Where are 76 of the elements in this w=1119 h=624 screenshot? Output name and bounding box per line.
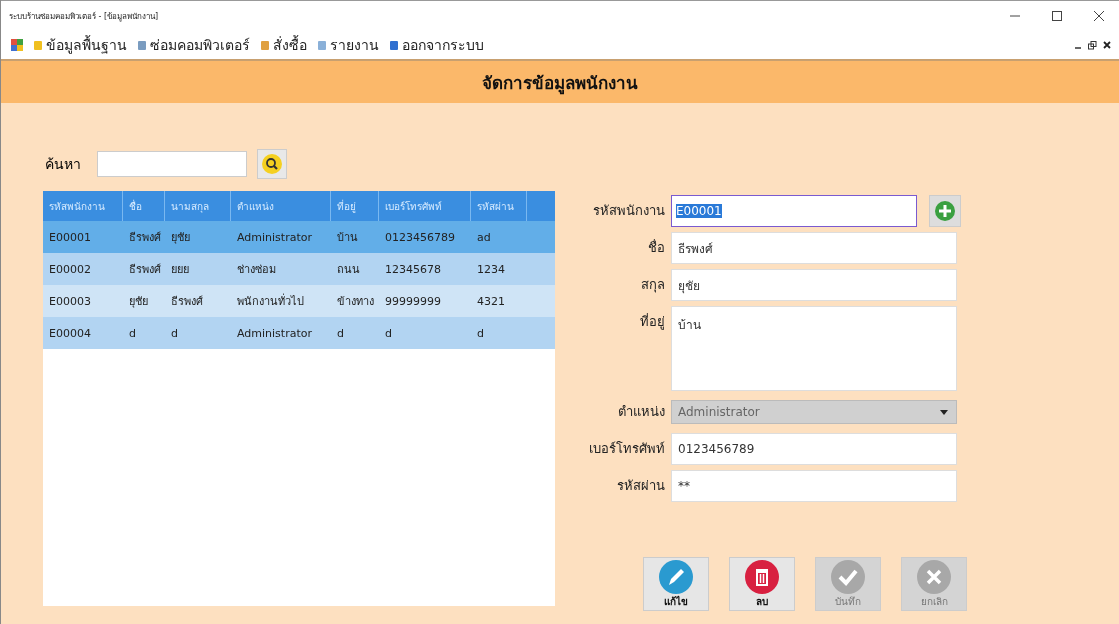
close-icon[interactable] [1093,10,1105,22]
table-cell-text: Administrator [236,230,313,244]
pencil-icon [659,559,693,594]
table-row[interactable]: E00002 ธีรพงศ์ ยยย ช่างซ่อม ถนน 12345678 1234 [43,253,555,285]
table-cell-text: d [128,326,137,340]
table-cell-text: พนักงานทั่วไป [236,292,305,310]
menu-icon [317,39,327,51]
table-cell-text: ยยย [170,262,190,278]
table-cell-text: ยุชัย [128,294,149,310]
menu-item[interactable]: รายงาน [313,34,383,56]
menu-item[interactable]: ซ่อมคอมพิวเตอร์ [133,34,254,56]
address-field[interactable]: บ้าน [671,306,957,391]
field-label: รหัสผ่าน [616,477,665,495]
window-title: ระบบร้านซ่อมคอมพิวเตอร์ - [ข้อมูลพนักงาน] [9,10,159,23]
input-field[interactable]: ธีรพงศ์ [671,232,957,264]
table-cell-text: E00003 [48,294,92,308]
table-cell-text: ถนน [336,262,361,278]
restore-icon[interactable] [1088,40,1097,50]
table-cell-text: ad [476,230,492,244]
menu-item[interactable]: ข้อมูลพื้นฐาน [29,34,131,56]
menu-icon [389,39,399,51]
search-label: ค้นหา [45,155,82,174]
table-cell-text: 12345678 [384,262,442,276]
trash-icon [745,559,779,594]
table-row[interactable]: E00001 ธีรพงศ์ ยุชัย Administrator บ้าน 0123456789 ad [43,221,555,253]
menu-icon [33,39,43,51]
position-dropdown[interactable]: Administrator [671,400,957,424]
employee-id-field[interactable]: E00001 [671,195,917,227]
search-button[interactable] [257,149,287,179]
check-icon [831,559,865,594]
search-icon [261,153,283,175]
table-cell-text: ธีรพงศ์ [170,294,204,310]
table-row[interactable]: E00003 ยุชัย ธีรพงศ์ พนักงานทั่วไป ข้างทาง 99999999 4321 [43,285,555,317]
table-cell-text: ธีรพงศ์ [128,230,162,246]
field-label: ชื่อ [647,238,665,257]
table-cell-text: 99999999 [384,294,442,308]
input-field[interactable]: ** [671,470,957,502]
app-icon[interactable] [11,39,23,51]
table-cell-text: 4321 [476,294,506,308]
table-cell-text: 0123456789 [384,230,456,244]
field-label: สกุล [640,276,665,295]
table-cell-text: บ้าน [336,230,359,246]
delete-button[interactable]: ลบ [729,557,795,611]
table-cell-text: d [476,326,485,340]
edit-button[interactable]: แก้ไข [643,557,709,611]
search-field[interactable] [97,151,247,177]
menu-item[interactable]: ออกจากระบบ [385,34,488,56]
field-label: ที่อยู่ [639,312,665,332]
field-label: ตำแหน่ง [617,403,665,421]
table-cell-text: ช่างซ่อม [236,262,277,278]
caret-icon [940,409,948,415]
menu-icon [137,39,147,51]
field-label: เบอร์โทรศัพท์ [588,440,665,458]
table-cell-text: ข้างทาง [336,294,375,310]
input-field[interactable]: 0123456789 [671,433,957,465]
x-icon [917,559,951,594]
table-cell-text: E00001 [48,230,92,244]
menu-item[interactable]: สั่งซื้อ [256,34,311,56]
table-cell-text: ธีรพงศ์ [128,262,162,278]
close-icon[interactable] [1103,41,1111,49]
table-cell-text: Administrator [236,326,313,340]
plus-icon [934,200,956,222]
add-button[interactable] [929,195,961,227]
table-cell-text: d [384,326,393,340]
table-cell-text: d [336,326,345,340]
maximize-icon[interactable] [1051,10,1063,22]
table-cell-text: 1234 [476,262,506,276]
table-row[interactable]: E00004 d d Administrator d d d [43,317,555,349]
table-cell-text: E00004 [48,326,92,340]
menu-icon [260,39,270,51]
table-cell-text: ยุชัย [170,230,191,246]
page-title: จัดการข้อมูลพนักงาน [482,71,638,96]
table-cell-text: d [170,326,179,340]
field-label: รหัสพนักงาน [592,202,665,220]
input-field[interactable]: ยุชัย [671,269,957,301]
table-cell-text: E00002 [48,262,92,276]
